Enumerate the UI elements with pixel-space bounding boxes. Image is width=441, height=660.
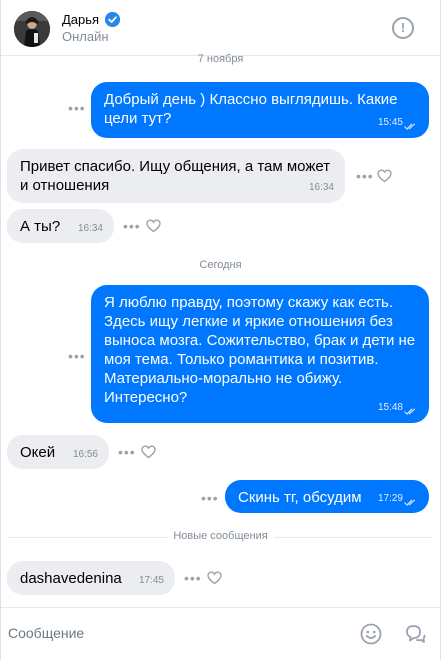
chat-header: Дарья Онлайн ! (1, 0, 440, 56)
message-text: выноса мозга. Сожительство, брак и дети … (104, 332, 416, 349)
message-time: 15:45 (377, 117, 403, 128)
message-bubble-out[interactable]: Добрый день ) Классно выглядишь. Какие ц… (91, 82, 429, 138)
more-dots-icon[interactable]: ••• (118, 445, 136, 459)
message-text: Интересно? (104, 389, 188, 406)
more-dots-icon[interactable]: ••• (356, 169, 374, 183)
chat-window: Дарья Онлайн ! 7 ноября ••• Добрый день … (0, 0, 441, 660)
message-composer: Сообщение (1, 607, 440, 660)
more-dots-icon[interactable]: ••• (201, 491, 219, 505)
chat-bubbles-icon[interactable] (404, 623, 426, 645)
message-bubble-out[interactable]: Скинь тг, обсудим 17:29 (225, 480, 429, 513)
more-dots-icon[interactable]: ••• (68, 101, 86, 115)
read-ticks-icon (404, 408, 416, 415)
avatar[interactable] (14, 11, 50, 47)
message-bubble-in[interactable]: А ты? 16:34 (7, 209, 114, 243)
message-text: и отношения (20, 177, 110, 194)
read-ticks-icon (404, 499, 416, 506)
message-bubble-in[interactable]: Окей 16:56 (7, 435, 109, 469)
message-text: моя тема. Только романтика и позитив. (104, 351, 379, 368)
heart-icon[interactable] (141, 445, 156, 459)
new-messages-divider: Новые сообщения (1, 530, 440, 544)
message-time: 17:45 (138, 575, 164, 586)
more-dots-icon[interactable]: ••• (68, 349, 86, 363)
message-time: 17:29 (377, 493, 403, 504)
message-text: Я люблю правду, поэтому скажу как есть. (104, 294, 394, 311)
message-text: Материально-морально не обижу. (104, 370, 343, 387)
info-icon[interactable]: ! (392, 17, 414, 39)
contact-name[interactable]: Дарья (62, 12, 99, 27)
message-text: Привет спасибо. Ищу общения, а там может (20, 158, 331, 175)
message-time: 16:34 (308, 182, 334, 193)
more-dots-icon[interactable]: ••• (123, 219, 141, 233)
contact-status: Онлайн (62, 29, 109, 44)
message-time: 16:56 (72, 449, 98, 460)
message-input[interactable]: Сообщение (8, 625, 84, 641)
more-dots-icon[interactable]: ••• (184, 571, 202, 585)
read-ticks-icon (404, 123, 416, 130)
message-text: Здесь ищу легкие и яркие отношения без (104, 313, 393, 330)
new-messages-label: Новые сообщения (1, 530, 440, 542)
message-text: Добрый день ) Классно выглядишь. Какие (104, 91, 398, 108)
verified-icon (105, 12, 120, 27)
new-messages-text: Новые сообщения (167, 530, 274, 542)
heart-icon[interactable] (207, 571, 222, 585)
heart-icon[interactable] (146, 219, 161, 233)
heart-icon[interactable] (377, 169, 392, 183)
date-divider: Сегодня (199, 259, 242, 271)
message-bubble-out[interactable]: Я люблю правду, поэтому скажу как есть. … (91, 285, 429, 423)
message-time: 15:48 (377, 402, 403, 413)
message-time: 16:34 (77, 223, 103, 234)
date-divider: 7 ноября (197, 53, 244, 65)
smile-icon[interactable] (360, 623, 382, 645)
message-text: цели тут? (104, 110, 172, 127)
message-bubble-in[interactable]: Привет спасибо. Ищу общения, а там может… (7, 149, 345, 203)
message-bubble-in[interactable]: dashavedenina 17:45 (7, 561, 175, 595)
avatar-photo (14, 11, 50, 47)
